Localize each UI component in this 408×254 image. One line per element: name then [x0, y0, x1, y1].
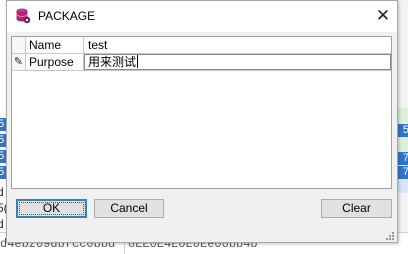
dialog-title: PACKAGE	[38, 9, 96, 23]
row-marker	[12, 37, 26, 53]
property-value-text: 用来测试	[88, 55, 137, 69]
property-value-cell[interactable]: test	[84, 37, 391, 53]
property-row-purpose[interactable]: ✎ Purpose 用来测试	[12, 54, 391, 71]
background-selected-row: 5	[397, 124, 408, 137]
package-database-icon	[15, 8, 31, 24]
background-selected-row: 7	[397, 166, 408, 179]
package-dialog: PACKAGE ✕ Name test ✎ Purpose 用来测试 OK Ca…	[6, 0, 398, 243]
property-value-editor[interactable]: 用来测试	[84, 54, 391, 70]
ok-button[interactable]: OK	[16, 199, 87, 218]
text-caret	[137, 55, 139, 68]
clear-button[interactable]: Clear	[321, 199, 392, 218]
background-row	[397, 180, 408, 193]
resize-grip-icon[interactable]	[385, 230, 395, 240]
background-selected-row: 7	[397, 152, 408, 165]
cancel-button-label: Cancel	[110, 201, 148, 215]
clear-button-label: Clear	[342, 201, 371, 215]
cancel-button[interactable]: Cancel	[94, 199, 164, 218]
title-bar[interactable]: PACKAGE ✕	[7, 1, 397, 32]
property-name-cell: Purpose	[26, 54, 84, 70]
property-name-cell: Name	[26, 37, 84, 53]
property-row-name[interactable]: Name test	[12, 37, 391, 54]
property-grid: Name test ✎ Purpose 用来测试	[11, 36, 392, 189]
close-button[interactable]: ✕	[371, 4, 395, 28]
edit-pencil-icon: ✎	[12, 54, 26, 70]
focus-rectangle	[19, 202, 84, 215]
